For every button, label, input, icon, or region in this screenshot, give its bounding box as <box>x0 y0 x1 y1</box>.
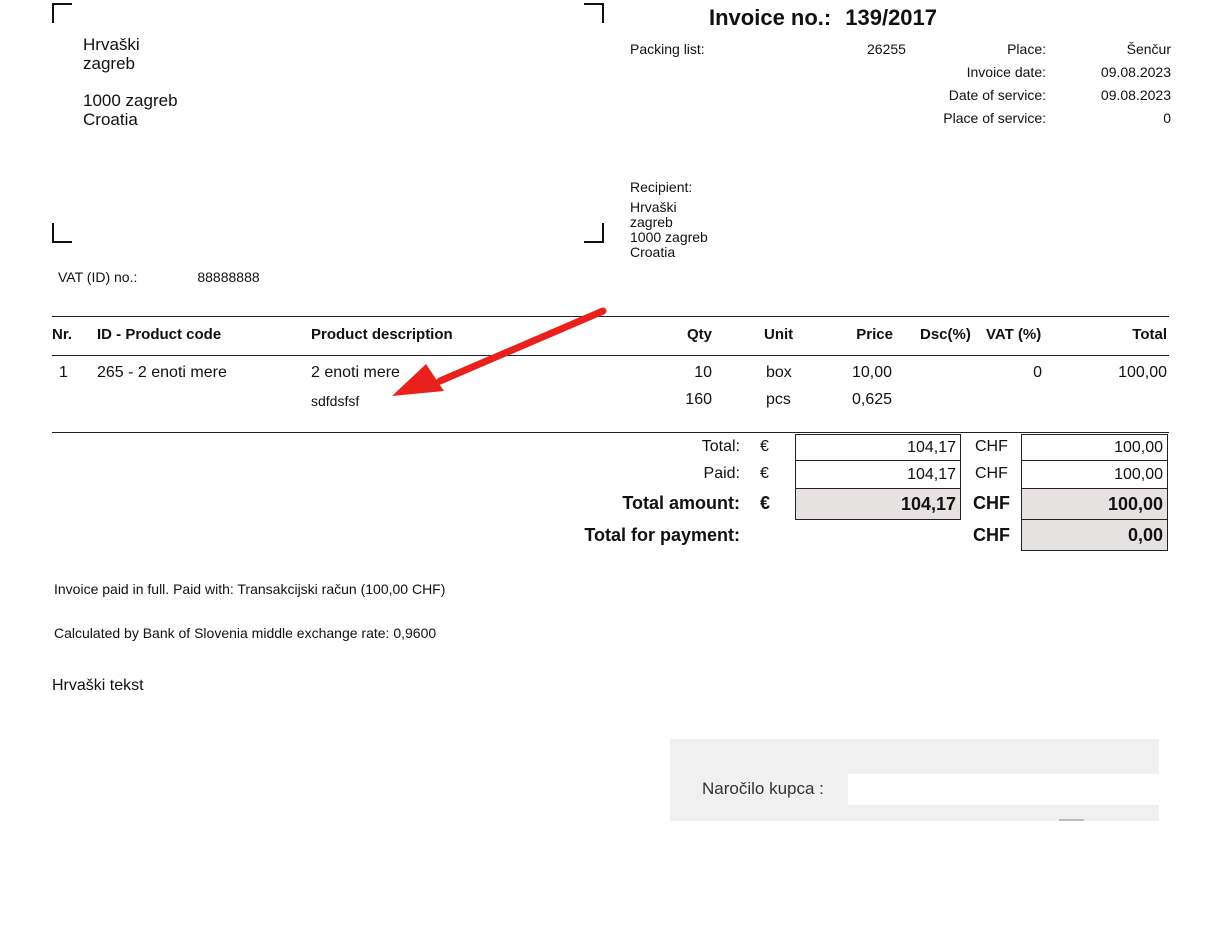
arrow-head <box>392 364 444 396</box>
arrow-shaft <box>436 307 607 385</box>
annotation-arrow-icon <box>392 307 607 396</box>
